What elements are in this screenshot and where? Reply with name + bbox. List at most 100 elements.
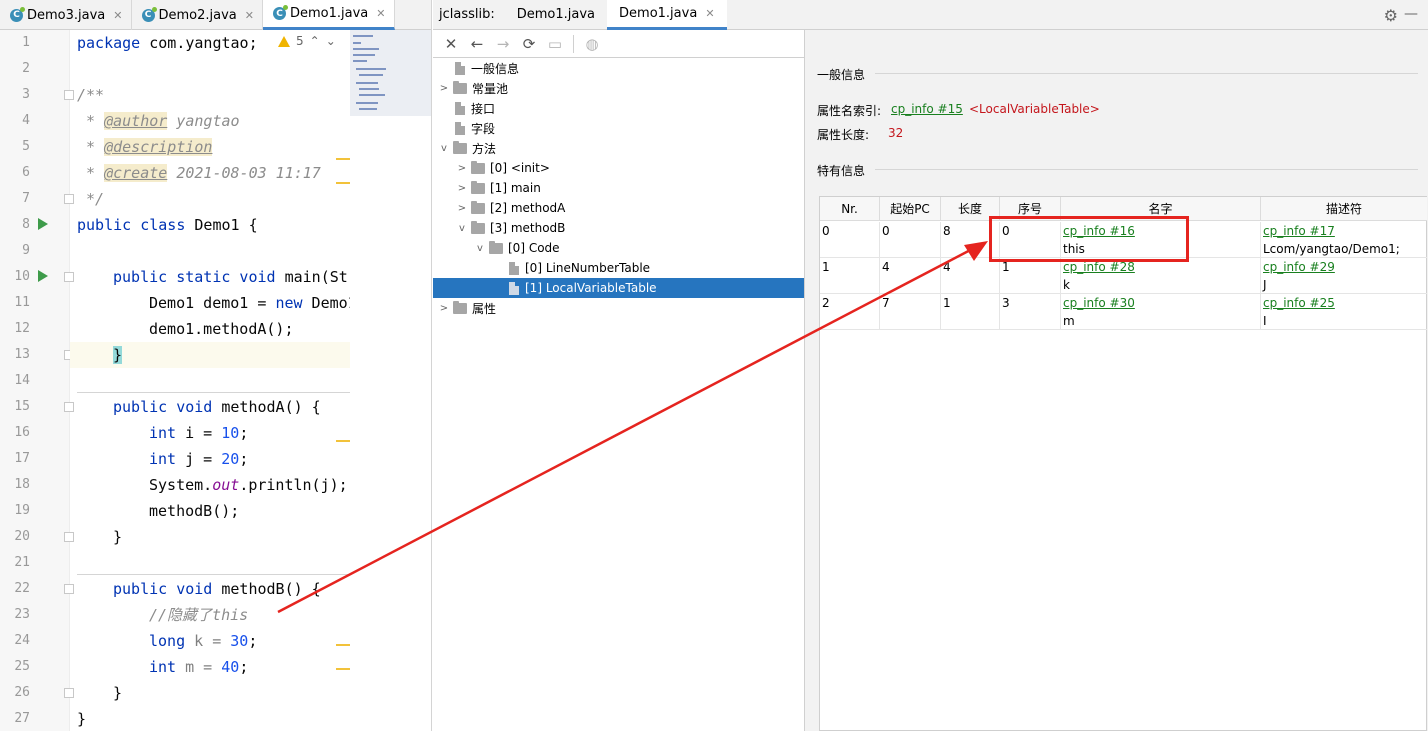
code-area[interactable]: package com.yangtao; /** * @author yangt… [70,30,350,731]
tab-demo2[interactable]: C Demo2.java ✕ [132,0,263,30]
table-cell: 1 [1000,258,1061,294]
inspection-widget[interactable]: 5 ⌃ ⌄ [278,34,336,48]
code-line: public class Demo1 { [77,216,258,234]
cp-info-link[interactable]: cp_info #25 [1263,294,1427,312]
tree-item-interfaces[interactable]: 接口 [433,98,804,118]
table-cell: 1 [820,258,880,294]
line-number-gutter[interactable]: 1 2 3 4 5 6 7 8 9 10 11 12 13 14 15 16 1… [0,30,74,731]
minimize-icon[interactable]: — [1404,6,1418,22]
file-icon [509,281,519,295]
java-class-icon: C [10,6,25,22]
section-title: 一般信息 [817,68,866,82]
table-cell-descriptor: cp_info #17 Lcom/yangtao/Demo1; [1261,222,1427,258]
chevron-down-icon[interactable]: v [475,243,485,254]
table-cell: 3 [1000,294,1061,330]
line-number: 1 [22,35,30,50]
code-minimap[interactable] [350,30,431,116]
tree-item-local-variable-table[interactable]: [1] LocalVariableTable [433,278,804,298]
tree-item-method-methodA[interactable]: > [2] methodA [433,198,804,218]
attr-name-index-label: 属性名索引: [817,104,882,118]
line-number: 2 [22,61,30,76]
warning-stripe[interactable] [336,644,350,646]
run-class-icon[interactable] [38,218,48,230]
tree-item-general-info[interactable]: 一般信息 [433,58,804,78]
tree-item-attributes[interactable]: > 属性 [433,298,804,318]
tree-item-fields[interactable]: 字段 [433,118,804,138]
folder-icon [453,80,467,94]
column-header-nr[interactable]: Nr. [820,197,880,221]
line-number: 7 [22,191,30,206]
attr-name-index-link[interactable]: cp_info #15 [891,102,963,116]
tab-demo1[interactable]: C Demo1.java ✕ [263,0,395,30]
code-line: public static void main(Stri [113,268,350,286]
cp-info-link[interactable]: cp_info #29 [1263,258,1427,276]
line-number: 6 [22,165,30,180]
attr-length-label: 属性长度: [817,128,870,142]
gear-icon[interactable]: ⚙ [1384,6,1398,25]
warning-stripe[interactable] [336,182,350,184]
run-main-icon[interactable] [38,270,48,282]
tree-item-label: 一般信息 [471,61,520,76]
chevron-right-icon[interactable]: > [457,183,467,194]
local-variable-table[interactable]: Nr. 起始PC 长度 序号 名字 描述符 0 0 8 0 cp_info #1… [819,196,1427,731]
folder-icon [471,200,485,214]
close-icon[interactable]: ✕ [245,9,254,22]
chevron-down-icon[interactable]: v [457,223,467,234]
line-number: 25 [14,659,30,674]
tree-item-method-main[interactable]: > [1] main [433,178,804,198]
tab-jclasslib-demo1[interactable]: Demo1.java [505,0,607,30]
table-cell: 1 [941,294,1000,330]
minimap-line [359,88,379,90]
tree-item-code[interactable]: v [0] Code [433,238,804,258]
close-icon[interactable]: ✕ [439,33,463,55]
minimap-line [359,74,383,76]
line-number: 17 [14,451,30,466]
class-structure-tree[interactable]: 一般信息 > 常量池 接口 字段 v 方法 > [0] <init> > [1]… [433,58,804,731]
save-icon[interactable]: ▭ [543,33,567,55]
chevron-right-icon[interactable]: > [439,303,449,314]
chevron-up-icon[interactable]: ⌃ [310,34,320,48]
cp-info-link[interactable]: cp_info #17 [1263,222,1427,240]
minimap-line [356,102,378,104]
folder-icon [453,140,467,154]
tree-item-line-number-table[interactable]: [0] LineNumberTable [433,258,804,278]
code-editor[interactable]: C Demo3.java ✕ C Demo2.java ✕ C Demo1.ja… [0,0,432,731]
close-icon[interactable]: ✕ [376,7,385,20]
code-line: int m = 40; [149,658,249,676]
folder-icon [489,240,503,254]
warning-stripe[interactable] [336,440,350,442]
warning-stripe[interactable] [336,158,350,160]
close-icon[interactable]: ✕ [705,7,714,20]
cp-info-link[interactable]: cp_info #30 [1063,294,1260,312]
minimap-line [353,35,373,37]
tree-item-method-methodB[interactable]: v [3] methodB [433,218,804,238]
line-number: 16 [14,425,30,440]
column-header-descriptor[interactable]: 描述符 [1261,197,1427,221]
back-arrow-icon[interactable]: ← [465,33,489,55]
code-line: System.out.println(j); [149,476,348,494]
chevron-right-icon[interactable]: > [457,163,467,174]
file-icon [455,121,465,135]
tree-item-label: [2] methodA [490,201,566,215]
file-icon [455,61,465,75]
table-cell-descriptor: cp_info #25 I [1261,294,1427,330]
tree-item-label: [0] <init> [490,161,550,175]
descriptor-value: J [1263,278,1267,292]
tab-jclasslib-demo1-active[interactable]: Demo1.java ✕ [607,0,727,30]
refresh-icon[interactable]: ⟳ [517,33,541,55]
tree-item-methods[interactable]: v 方法 [433,138,804,158]
forward-arrow-icon[interactable]: → [491,33,515,55]
column-header-start-pc[interactable]: 起始PC [880,197,941,221]
chevron-down-icon[interactable]: ⌄ [326,34,336,48]
tree-item-method-init[interactable]: > [0] <init> [433,158,804,178]
java-class-icon: C [141,6,157,22]
variable-name: m [1063,314,1075,328]
close-icon[interactable]: ✕ [113,9,122,22]
chevron-right-icon[interactable]: > [439,83,449,94]
globe-icon[interactable]: ◍ [580,33,604,55]
tree-item-constant-pool[interactable]: > 常量池 [433,78,804,98]
tab-demo3[interactable]: C Demo3.java ✕ [0,0,132,30]
warning-stripe[interactable] [336,668,350,670]
chevron-down-icon[interactable]: v [439,143,449,154]
chevron-right-icon[interactable]: > [457,203,467,214]
